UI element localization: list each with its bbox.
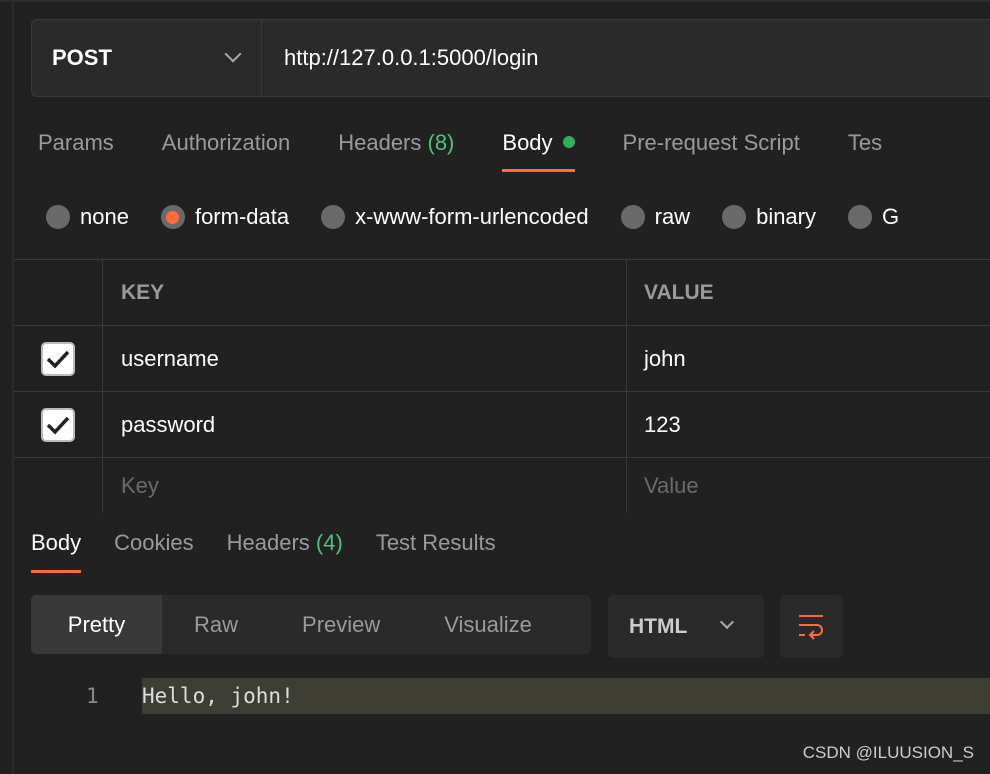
- radio-raw[interactable]: raw: [620, 204, 691, 230]
- radio-icon: [620, 205, 645, 229]
- radio-icon: [722, 205, 747, 229]
- check-icon: [46, 416, 70, 435]
- radio-icon: [321, 205, 346, 229]
- chevron-down-icon: [719, 614, 735, 630]
- format-label: HTML: [629, 614, 688, 638]
- watermark: CSDN @ILUUSION_S: [802, 743, 974, 762]
- checkbox[interactable]: [41, 407, 75, 442]
- tab-pre-request-script[interactable]: Pre-request Script: [623, 130, 800, 156]
- radio-label: form-data: [194, 204, 290, 229]
- radio-none[interactable]: none: [46, 204, 129, 230]
- checkbox[interactable]: [41, 341, 75, 376]
- radio-urlencoded[interactable]: x-www-form-urlencoded: [321, 204, 589, 230]
- table-header: KEY VALUE: [14, 260, 990, 326]
- tab-tests[interactable]: Tes: [848, 130, 882, 156]
- chevron-down-icon: [224, 45, 242, 63]
- radio-icon: [46, 205, 70, 229]
- format-dropdown[interactable]: HTML: [608, 595, 764, 658]
- tab-body[interactable]: Body: [502, 130, 575, 172]
- value-cell[interactable]: john: [627, 326, 990, 391]
- check-icon: [46, 350, 70, 369]
- radio-icon: [848, 205, 872, 229]
- tab-response-headers[interactable]: Headers (4): [227, 530, 343, 556]
- key-cell[interactable]: password: [103, 392, 627, 457]
- view-visualize[interactable]: Visualize: [412, 595, 564, 654]
- request-tabs: Params Authorization Headers (8) Body Pr…: [38, 130, 930, 172]
- view-mode-selector: Pretty Raw Preview Visualize: [31, 595, 591, 654]
- value-cell[interactable]: 123: [627, 392, 990, 457]
- headers-count: (4): [315, 530, 343, 555]
- view-preview[interactable]: Preview: [270, 595, 412, 654]
- headers-count: (8): [427, 130, 455, 155]
- tab-params[interactable]: Params: [38, 130, 114, 156]
- form-data-table: KEY VALUE username john password 123 Key Val…: [14, 259, 990, 513]
- radio-label: none: [80, 204, 129, 229]
- response-tabs: Body Cookies Headers (4) Test Results: [31, 530, 529, 573]
- column-value: VALUE: [644, 280, 714, 304]
- tab-response-body[interactable]: Body: [31, 530, 82, 573]
- radio-label: raw: [654, 204, 691, 229]
- radio-label: G: [882, 204, 900, 229]
- view-pretty[interactable]: Pretty: [31, 595, 162, 654]
- line-number: 1: [86, 684, 99, 708]
- tab-label: Body: [502, 130, 553, 155]
- status-dot-icon: [562, 136, 575, 148]
- body-type-radios: none form-data x-www-form-urlencoded raw…: [46, 204, 931, 230]
- key-input[interactable]: Key: [103, 458, 627, 513]
- tab-authorization[interactable]: Authorization: [162, 130, 290, 156]
- tab-headers[interactable]: Headers (8): [338, 130, 454, 156]
- radio-form-data[interactable]: form-data: [160, 204, 290, 230]
- wrap-lines-button[interactable]: [780, 595, 843, 658]
- tab-test-results[interactable]: Test Results: [376, 530, 496, 556]
- wrap-lines-icon: [798, 614, 823, 640]
- table-row: password 123: [14, 392, 990, 458]
- url-input[interactable]: http://127.0.0.1:5000/login: [262, 20, 538, 96]
- tab-label: Headers: [338, 130, 422, 155]
- radio-graphql[interactable]: G: [848, 204, 899, 230]
- radio-binary[interactable]: binary: [722, 204, 816, 230]
- key-cell[interactable]: username: [103, 326, 627, 391]
- method-label: POST: [52, 45, 112, 70]
- radio-label: binary: [756, 204, 816, 229]
- radio-label: x-www-form-urlencoded: [355, 204, 589, 229]
- top-border: [0, 0, 990, 2]
- radio-selected-icon: [160, 205, 185, 229]
- column-key: KEY: [103, 260, 627, 325]
- view-raw[interactable]: Raw: [162, 595, 270, 654]
- value-input[interactable]: Value: [627, 458, 990, 513]
- request-bar: POST http://127.0.0.1:5000/login: [31, 19, 990, 97]
- method-dropdown[interactable]: POST: [32, 20, 262, 96]
- tab-label: Headers: [226, 530, 310, 555]
- table-row-new: Key Value: [14, 458, 990, 513]
- table-row: username john: [14, 326, 990, 392]
- tab-cookies[interactable]: Cookies: [114, 530, 193, 556]
- response-code-line: Hello, john!: [142, 678, 990, 714]
